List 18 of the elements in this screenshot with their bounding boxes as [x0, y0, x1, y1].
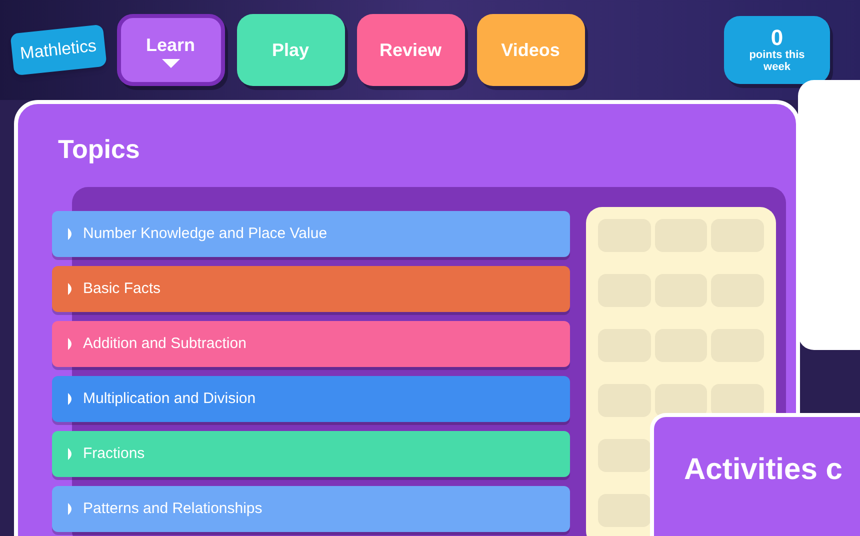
nav-tab[interactable]: Play — [236, 14, 345, 86]
nav-tab[interactable]: Videos — [476, 14, 585, 86]
topic-bar[interactable]: Basic Facts — [52, 266, 570, 312]
topic-bar[interactable]: Multiplication and Division — [52, 376, 570, 422]
empty-slot — [598, 439, 651, 472]
points-value: 0 — [770, 27, 784, 49]
points-label: points this week — [748, 49, 806, 73]
empty-slot — [598, 494, 651, 527]
logo[interactable]: Mathletics — [10, 24, 106, 76]
topics-title: Topics — [58, 133, 141, 166]
activities-title: Activities c — [684, 452, 844, 488]
topic-bar[interactable]: Number Knowledge and Place Value — [52, 211, 570, 257]
nav-tab[interactable]: Review — [356, 14, 465, 86]
nav-tab[interactable]: Learn — [116, 14, 225, 86]
topic-bar[interactable]: Fractions — [52, 431, 570, 477]
caret-icon — [162, 58, 180, 68]
topic-bar[interactable]: Addition and Subtraction — [52, 321, 570, 367]
topic-bar[interactable]: Patterns and Relationships — [52, 486, 570, 532]
